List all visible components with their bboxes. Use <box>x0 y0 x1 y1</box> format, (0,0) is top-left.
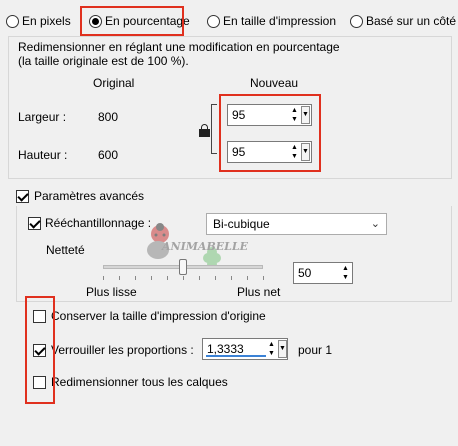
sharpness-label: Netteté <box>46 243 85 257</box>
height-new-value: 95 <box>232 145 246 159</box>
chevron-down-icon: ⌄ <box>370 218 380 230</box>
ratio-spin-arrows[interactable]: ▲ ▼ <box>267 340 276 358</box>
ratio-dropdown-button[interactable]: ▼ <box>278 340 287 358</box>
height-spin-arrows[interactable]: ▲ ▼ <box>290 143 299 161</box>
keep-print-size-option[interactable]: Conserver la taille d'impression d'origi… <box>33 309 293 325</box>
keep-print-size-checkbox[interactable] <box>33 310 46 323</box>
spin-up-icon[interactable]: ▲ <box>267 340 276 349</box>
resample-checkbox[interactable] <box>28 217 41 230</box>
slider-tick <box>183 276 184 280</box>
lock-icon[interactable] <box>199 124 210 138</box>
slider-tick <box>263 276 264 280</box>
ratio-suffix: pour 1 <box>298 343 333 357</box>
advanced-checkbox[interactable] <box>16 190 29 203</box>
sharpness-slider-thumb[interactable] <box>179 259 187 275</box>
slider-tick <box>119 276 120 280</box>
resize-description-2: (la taille originale est de 100 %). <box>18 54 189 68</box>
slider-tick <box>231 276 232 280</box>
mode-radio-print-size[interactable]: En taille d'impression <box>207 14 337 30</box>
slider-tick <box>199 276 200 280</box>
height-original: 600 <box>98 148 119 162</box>
slider-tick <box>247 276 248 280</box>
advanced-label: Paramètres avancés <box>34 189 145 203</box>
slider-tick <box>103 276 104 280</box>
keep-print-size-label: Conserver la taille d'impression d'origi… <box>51 309 266 323</box>
height-label: Hauteur : <box>18 148 68 162</box>
slider-tick <box>135 276 136 280</box>
spin-down-icon[interactable]: ▼ <box>341 273 350 282</box>
slider-tick <box>167 276 168 280</box>
height-dropdown-button[interactable]: ▼ <box>301 143 310 161</box>
spin-up-icon[interactable]: ▲ <box>341 264 350 273</box>
column-new: Nouveau <box>250 76 299 90</box>
radio-pixels-label: En pixels <box>22 14 71 28</box>
width-spin-arrows[interactable]: ▲ ▼ <box>290 106 299 124</box>
width-new-input[interactable]: 95 ▲ ▼ ▼ <box>227 104 312 126</box>
ratio-underline <box>206 355 266 357</box>
sharpness-spin-arrows[interactable]: ▲ ▼ <box>341 264 350 282</box>
mode-radio-side[interactable]: Basé sur un côté <box>350 14 456 30</box>
radio-print-size-label: En taille d'impression <box>223 14 337 28</box>
radio-percent[interactable] <box>89 15 102 28</box>
width-original: 800 <box>98 110 119 124</box>
sharpness-value: 50 <box>298 266 312 280</box>
spin-up-icon[interactable]: ▲ <box>290 143 299 152</box>
radio-side-label: Basé sur un côté <box>366 14 457 28</box>
lock-ratio-checkbox[interactable] <box>33 344 46 357</box>
sharpness-input[interactable]: 50 ▲ ▼ <box>293 262 353 284</box>
sharpness-min-label: Plus lisse <box>86 285 137 299</box>
resize-description-1: Redimensionner en réglant une modificati… <box>18 40 340 54</box>
radio-percent-label: En pourcentage <box>105 14 190 28</box>
column-original: Original <box>93 76 135 90</box>
radio-pixels[interactable] <box>6 15 19 28</box>
resize-layers-label: Redimensionner tous les calques <box>51 375 228 389</box>
mode-radio-pixels[interactable]: En pixels <box>6 14 86 30</box>
ratio-value: 1,3333 <box>207 342 244 356</box>
resize-layers-checkbox[interactable] <box>33 376 46 389</box>
mode-radio-percent[interactable]: En pourcentage <box>86 14 190 30</box>
spin-up-icon[interactable]: ▲ <box>290 106 299 115</box>
slider-tick <box>151 276 152 280</box>
advanced-params[interactable]: Paramètres avancés <box>16 189 146 205</box>
sharpness-max-label: Plus net <box>237 285 281 299</box>
width-label: Largeur : <box>18 110 67 124</box>
height-new-input[interactable]: 95 ▲ ▼ ▼ <box>227 141 312 163</box>
width-new-value: 95 <box>232 108 246 122</box>
ratio-input[interactable]: 1,3333 ▲ ▼ ▼ <box>202 338 288 360</box>
spin-down-icon[interactable]: ▼ <box>290 115 299 124</box>
radio-side[interactable] <box>350 15 363 28</box>
slider-tick <box>215 276 216 280</box>
watermark-text: ANIMABELLE <box>162 240 248 253</box>
spin-down-icon[interactable]: ▼ <box>267 349 276 358</box>
radio-print-size[interactable] <box>207 15 220 28</box>
lock-ratio-label: Verrouiller les proportions : <box>51 343 194 357</box>
lock-ratio-option[interactable]: Verrouiller les proportions : <box>33 343 194 359</box>
resize-layers-option[interactable]: Redimensionner tous les calques <box>33 375 233 391</box>
width-dropdown-button[interactable]: ▼ <box>301 106 310 124</box>
lock-bracket <box>211 104 217 154</box>
spin-down-icon[interactable]: ▼ <box>290 152 299 161</box>
